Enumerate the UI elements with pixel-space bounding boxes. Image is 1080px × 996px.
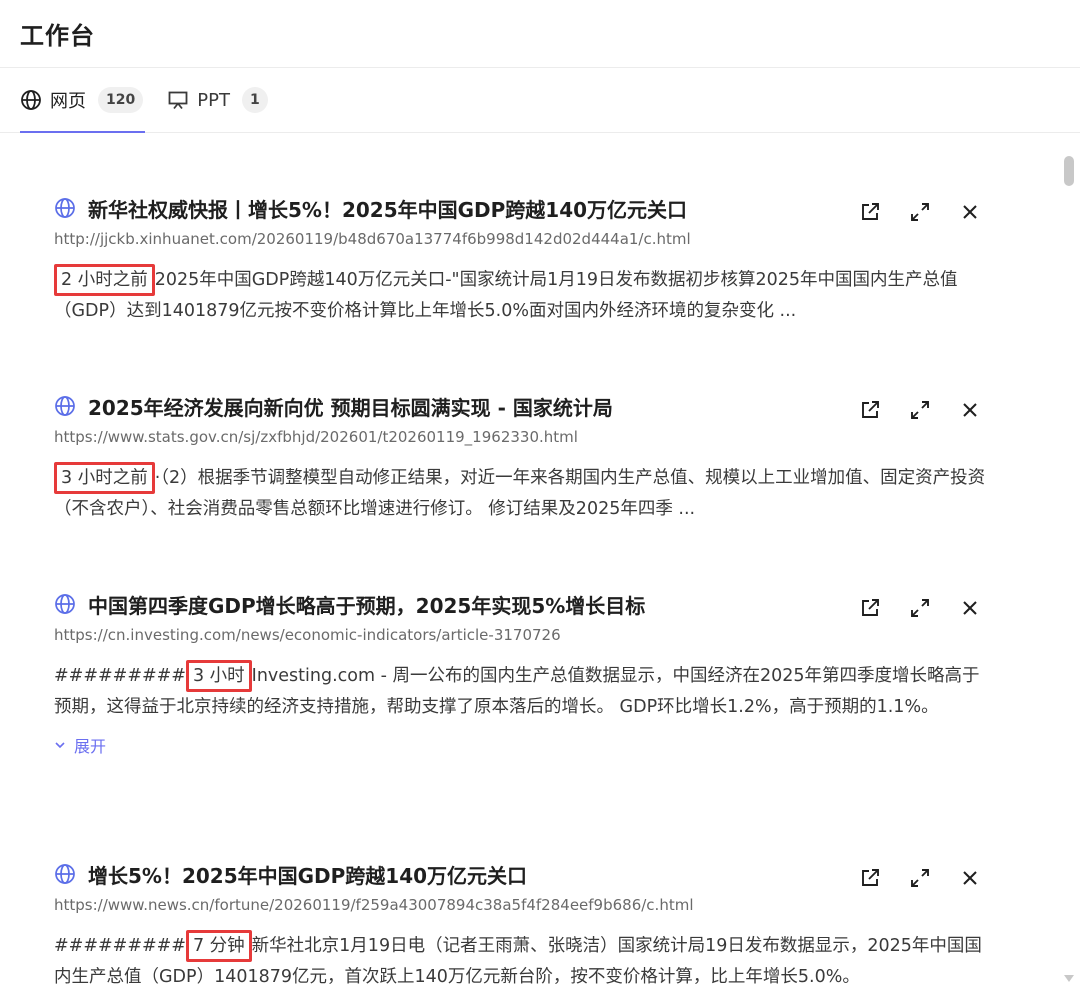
workbench-panel: 工作台 网页 120 PPT 1 新华社权威快报丨增长5%！2025年中国GDP… [0,0,1080,996]
result-actions [858,866,982,890]
expand-icon[interactable] [908,596,932,620]
tab-label: PPT [197,89,230,111]
globe-icon [54,863,76,885]
tab-bar: 网页 120 PPT 1 [0,68,1080,133]
expand-icon[interactable] [908,200,932,224]
time-label: 7 分钟 [185,930,252,962]
snippet-prefix: ######### [54,666,186,686]
snippet-text: ·（2）根据季节调整模型自动修正结果，对近一年来各期国内生产总值、规模以上工业增… [54,468,986,519]
result-url[interactable]: https://cn.investing.com/news/economic-i… [54,626,990,644]
result-snippet: ######### 7 分钟 新华社北京1月19日电（记者王雨萧、张晓洁）国家统计局… [54,930,994,993]
result-card: 新华社权威快报丨增长5%！2025年中国GDP跨越140万亿元关口 http:/… [54,192,990,327]
close-icon[interactable] [958,596,982,620]
expand-icon[interactable] [908,866,932,890]
globe-icon [54,593,76,615]
result-actions [858,398,982,422]
chevron-down-icon [54,736,66,755]
result-snippet: ######### 3 小时 Investing.com - 周一公布的国内生产总值… [54,660,994,723]
open-external-icon[interactable] [858,200,882,224]
result-card: 中国第四季度GDP增长略高于预期，2025年实现5%增长目标 https://c… [54,588,990,757]
result-title[interactable]: 新华社权威快报丨增长5%！2025年中国GDP跨越140万亿元关口 [88,194,687,223]
expand-icon[interactable] [908,398,932,422]
globe-icon [20,89,42,111]
tab-ppt[interactable]: PPT 1 [167,68,268,132]
result-url[interactable]: http://jjckb.xinhuanet.com/20260119/b48d… [54,230,990,248]
time-label: 2 小时之前 [54,264,155,296]
header: 工作台 [0,0,1080,68]
close-icon[interactable] [958,200,982,224]
result-card: 2025年经济发展向新向优 预期目标圆满实现 - 国家统计局 https://w… [54,390,990,525]
result-url[interactable]: https://www.news.cn/fortune/20260119/f25… [54,896,990,914]
page-title: 工作台 [20,22,95,50]
tab-label: 网页 [50,91,86,112]
result-actions [858,596,982,620]
tab-webpage[interactable]: 网页 120 [20,68,146,133]
expand-label: 展开 [74,737,107,756]
open-external-icon[interactable] [858,596,882,620]
tab-count-badge: 1 [241,87,268,113]
scrollbar[interactable] [1058,134,1080,996]
time-label: 3 小时 [185,660,252,692]
results-list[interactable]: 新华社权威快报丨增长5%！2025年中国GDP跨越140万亿元关口 http:/… [0,134,1080,996]
open-external-icon[interactable] [858,866,882,890]
scrollbar-thumb[interactable] [1064,156,1075,186]
snippet-text: 2025年中国GDP跨越140万亿元关口-"国家统计局1月19日发布数据初步核算… [54,270,958,321]
globe-icon [54,197,76,219]
time-label: 3 小时之前 [54,462,155,494]
scroll-down-arrow-icon[interactable] [1064,975,1074,982]
result-title[interactable]: 2025年经济发展向新向优 预期目标圆满实现 - 国家统计局 [88,392,613,421]
result-title[interactable]: 增长5%！2025年中国GDP跨越140万亿元关口 [88,860,527,889]
tab-count-badge: 120 [98,87,144,113]
expand-button[interactable]: 展开 [54,733,990,757]
close-icon[interactable] [958,866,982,890]
result-title[interactable]: 中国第四季度GDP增长略高于预期，2025年实现5%增长目标 [88,590,645,619]
result-card: 增长5%！2025年中国GDP跨越140万亿元关口 https://www.ne… [54,858,990,993]
presentation-icon [167,89,189,111]
open-external-icon[interactable] [858,398,882,422]
result-actions [858,200,982,224]
result-snippet: 3 小时之前 ·（2）根据季节调整模型自动修正结果，对近一年来各期国内生产总值、规… [54,462,994,525]
close-icon[interactable] [958,398,982,422]
snippet-prefix: ######### [54,936,186,956]
result-snippet: 2 小时之前 2025年中国GDP跨越140万亿元关口-"国家统计局1月19日发布… [54,264,994,327]
globe-icon [54,395,76,417]
result-url[interactable]: https://www.stats.gov.cn/sj/zxfbhjd/2026… [54,428,990,446]
